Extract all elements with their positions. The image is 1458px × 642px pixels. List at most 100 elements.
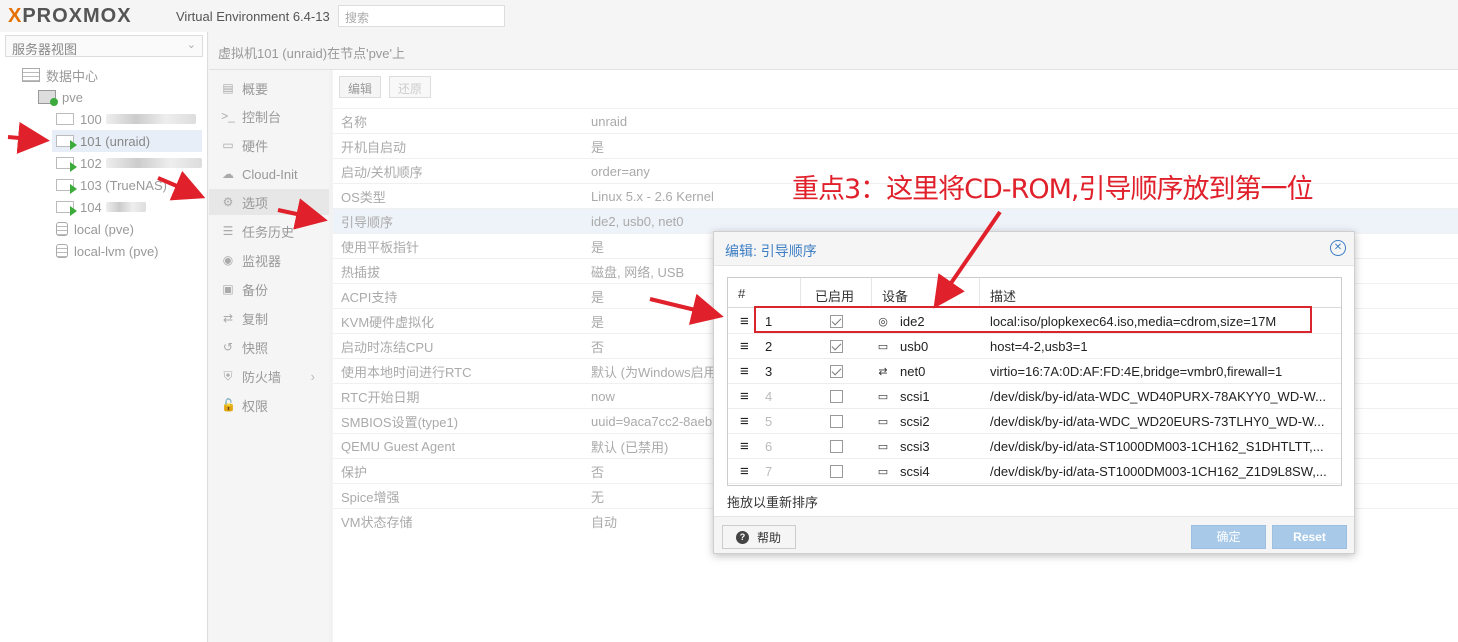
boot-device-row[interactable]: ≡ 5 ▭ scsi2/dev/disk/by-id/ata-WDC_WD20EURS… [728,409,1341,434]
tree-item-vm-103[interactable]: 103 (TrueNAS) [56,174,167,196]
tree-item-vm-100[interactable]: 100 [56,108,196,130]
boot-device-row[interactable]: ≡ 7 ▭ scsi4/dev/disk/by-id/ata-ST1000DM003-… [728,459,1341,484]
vm-icon [56,113,74,125]
option-row[interactable]: 引导顺序 ide2, usb0, net0 [333,208,1458,233]
menu-item-backup[interactable]: ▣ 备份 [209,276,329,302]
proxmox-logo[interactable]: XPROXMOX [8,5,132,27]
help-label: 帮助 [757,530,782,545]
option-value: 自动 [591,514,618,530]
menu-item-permissions[interactable]: 🔓 权限 [209,392,329,418]
page-title: 虚拟机101 (unraid)在节点'pve'上 [209,32,1458,70]
help-button[interactable]: ? 帮助 [722,525,796,549]
boot-device-row[interactable]: ≡ 4 ▭ scsi1/dev/disk/by-id/ata-WDC_WD40PURX… [728,384,1341,409]
option-key: RTC开始日期 [341,389,420,405]
option-value: unraid [591,113,628,129]
tree-item-storage-local[interactable]: local (pve) [56,218,134,240]
reset-button[interactable]: Reset [1272,525,1347,549]
search-input[interactable]: 搜索 [338,5,505,27]
device-description: host=4-2,usb3=1 [990,339,1088,354]
tree-item-label: 102 [80,155,102,171]
drag-handle-icon[interactable]: ≡ [740,309,749,334]
boot-order-dialog: 编辑: 引导顺序 ✕ # 已启用 设备 描述 ≡ 1 ◎ ide2 local:iso/… [713,231,1355,554]
option-value: 磁盘, 网络, USB [591,264,685,280]
datacenter-icon [22,68,40,82]
logo-text: PROXMOX [22,4,132,27]
revert-button[interactable]: 还原 [389,76,432,98]
option-row[interactable]: 开机自启动 是 [333,133,1458,158]
tree-item-label: local (pve) [74,221,134,237]
menu-item-console[interactable]: >_ 控制台 [209,103,329,129]
menu-item-label: 任务历史 [242,224,295,240]
view-select[interactable]: 服务器视图 ⌄ [5,35,203,57]
menu-item-snapshots[interactable]: ↺ 快照 [209,334,329,360]
annotation-text: 重点3：这里将CD-ROM,引导顺序放到第一位 [792,174,1313,205]
drag-handle-icon[interactable]: ≡ [740,459,749,484]
tree-item-datacenter[interactable]: 数据中心 [22,64,98,86]
device-cell: ▭ scsi3 [876,434,930,459]
grid-header: # 已启用 设备 描述 [728,278,1341,308]
boot-device-row[interactable]: ≡ 6 ▭ scsi3/dev/disk/by-id/ata-ST1000DM003-… [728,434,1341,459]
boot-device-row[interactable]: ≡ 3 ⇄ net0 virtio=16:7A:0D:AF:FD:4E,bridge=v… [728,359,1341,384]
option-key: 引导顺序 [341,214,394,230]
edit-button[interactable]: 编辑 [339,76,382,98]
book-icon: ▤ [222,81,234,95]
enabled-checkbox[interactable] [830,340,843,353]
drag-handle-icon[interactable]: ≡ [740,409,749,434]
history-icon: ↺ [222,340,234,354]
enabled-cell [830,434,843,459]
drag-handle-icon[interactable]: ≡ [740,359,749,384]
device-description: /dev/disk/by-id/ata-ST1000DM003-1CH162_Z… [990,464,1327,479]
tree-item-storage-local-lvm[interactable]: local-lvm (pve) [56,240,159,262]
tree-item-vm-104[interactable]: 104 [56,196,146,218]
option-value: 否 [591,464,605,480]
tree-item-vm-102[interactable]: 102 [56,152,202,174]
menu-item-hardware[interactable]: ▭ 硬件 [209,132,329,158]
vm-running-icon [56,201,77,216]
view-select-value: 服务器视图 [12,42,78,57]
exchange-icon: ⇄ [878,366,888,378]
option-key: 名称 [341,114,368,130]
unlock-icon: 🔓 [221,398,236,412]
tree-item-node-pve[interactable]: pve [38,86,83,108]
device-description: /dev/disk/by-id/ata-ST1000DM003-1CH162_S… [990,439,1324,454]
ok-button[interactable]: 确定 [1191,525,1266,549]
menu-item-cloud-init[interactable]: ☁ Cloud-Init [209,161,329,187]
proxmox-app: { "app": { "logo_text": "PROXMOX", "vers… [0,0,1458,642]
option-value: 是 [591,289,605,305]
option-key: QEMU Guest Agent [341,438,456,454]
device-name: usb0 [900,339,929,354]
enabled-checkbox[interactable] [830,415,843,428]
tree-item-label: 数据中心 [46,68,99,84]
eye-icon: ◉ [222,253,234,267]
option-value: uuid=9aca7cc2-8aeb [591,413,713,429]
option-key: 启动时冻结CPU [341,339,434,355]
close-icon[interactable]: ✕ [1330,240,1346,256]
enabled-checkbox[interactable] [830,465,843,478]
menu-item-label: 概要 [242,81,269,97]
drag-handle-icon[interactable]: ≡ [740,334,749,359]
column-header-num[interactable]: # [728,278,801,308]
menu-item-firewall[interactable]: ⛨ 防火墙 › [209,363,329,389]
drag-handle-icon[interactable]: ≡ [740,434,749,459]
menu-item-summary[interactable]: ▤ 概要 [209,75,329,101]
menu-item-replication[interactable]: ⇄ 复制 [209,305,329,331]
menu-item-monitor[interactable]: ◉ 监视器 [209,247,329,273]
option-row[interactable]: 名称 unraid [333,108,1458,133]
menu-item-task-history[interactable]: ☰ 任务历史 [209,218,329,244]
enabled-checkbox[interactable] [830,390,843,403]
tree-item-vm-101[interactable]: 101 (unraid) [52,130,202,152]
drag-handle-icon[interactable]: ≡ [740,384,749,409]
enabled-checkbox[interactable] [830,365,843,378]
boot-device-row[interactable]: ≡ 2 ▭ usb0 host=4-2,usb3=1 [728,334,1341,359]
option-key: SMBIOS设置(type1) [341,414,459,430]
enabled-checkbox[interactable] [830,440,843,453]
column-header-enabled[interactable]: 已启用 [801,278,872,308]
enabled-cell [830,334,843,359]
column-header-device[interactable]: 设备 [872,278,980,308]
floppy-icon: ▣ [222,282,234,296]
vm-running-icon [56,157,77,172]
redacted-name [105,158,202,168]
vm-running-icon [56,135,77,150]
menu-item-options[interactable]: ⚙ 选项 [209,189,329,215]
column-header-desc[interactable]: 描述 [980,278,1341,308]
